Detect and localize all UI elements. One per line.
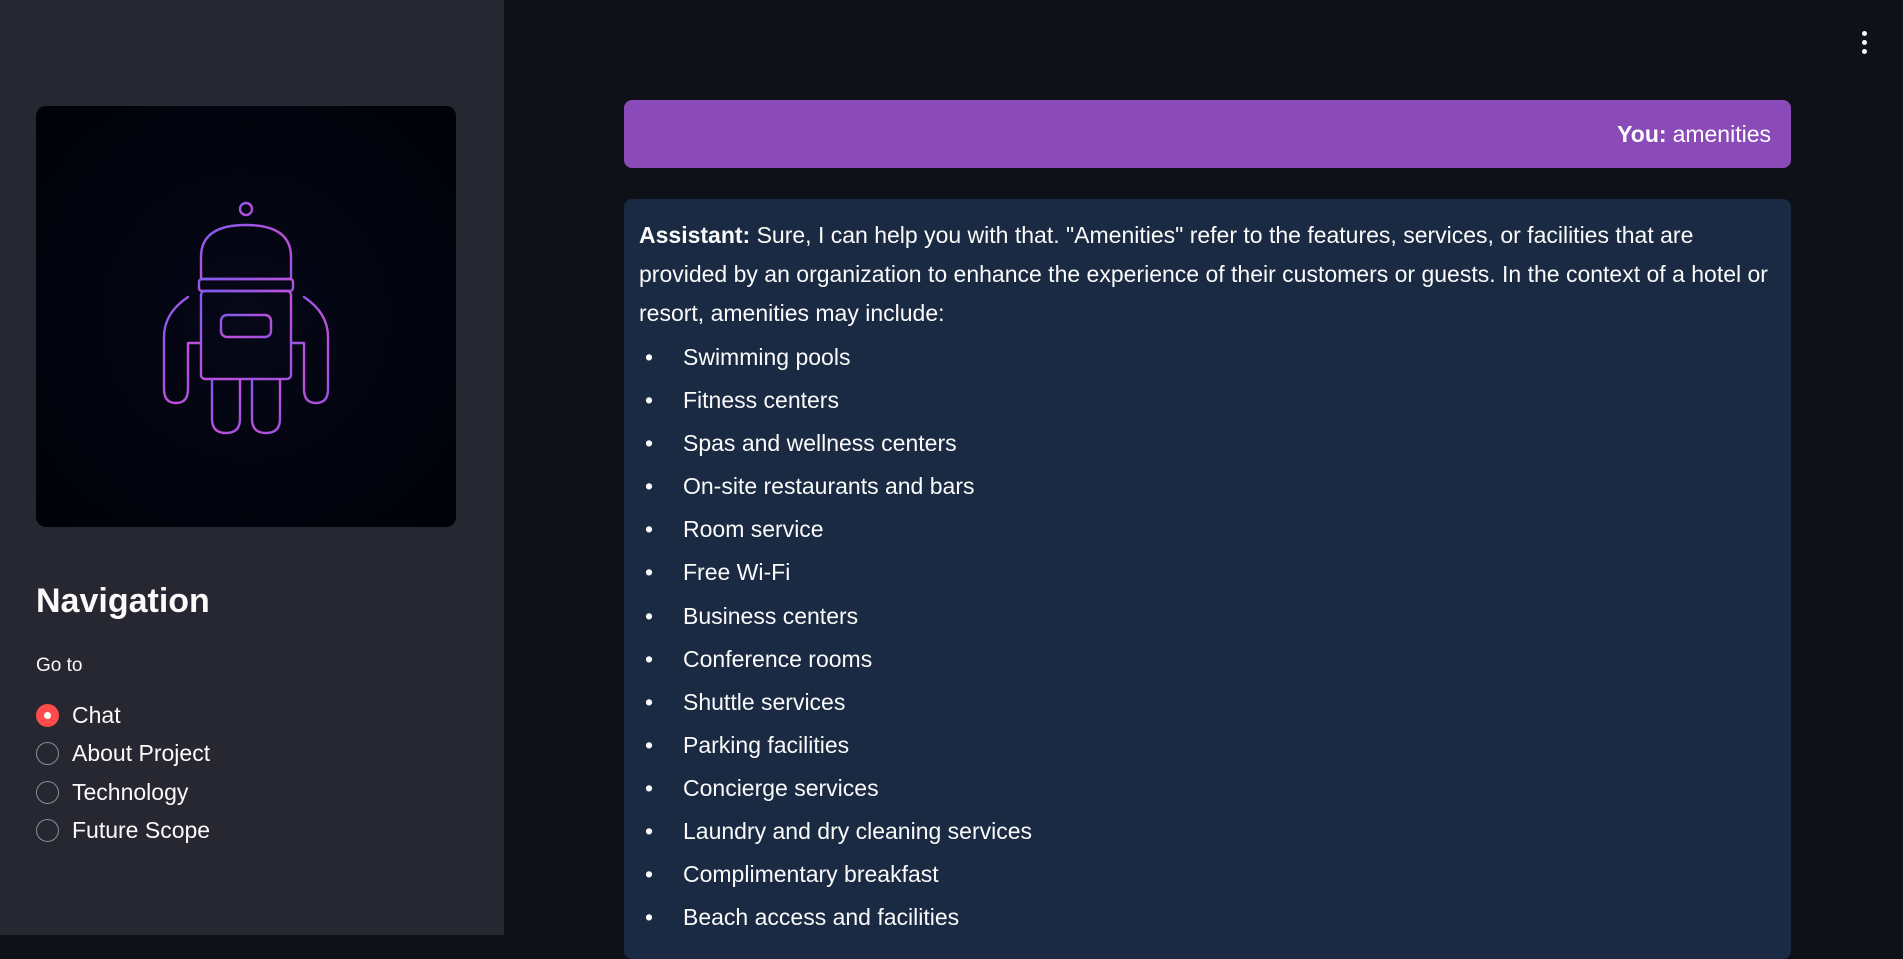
radio-label: Technology	[72, 778, 189, 805]
list-item: Parking facilities	[639, 724, 1775, 767]
robot-logo	[36, 106, 456, 527]
robot-icon	[162, 201, 330, 434]
goto-label: Go to	[36, 655, 83, 676]
radio-label: About Project	[72, 740, 211, 767]
amenities-list: Swimming pools Fitness centers Spas and …	[639, 336, 1775, 939]
ellipsis-dot	[1861, 39, 1867, 45]
radio-unselected-icon[interactable]	[36, 742, 59, 766]
navigation-title: Navigation	[36, 582, 210, 620]
radio-selected-icon[interactable]	[36, 703, 59, 727]
list-item: Shuttle services	[639, 681, 1775, 724]
list-item: Free Wi-Fi	[639, 551, 1775, 594]
list-item: Laundry and dry cleaning services	[639, 810, 1775, 853]
radio-unselected-icon[interactable]	[36, 780, 59, 804]
list-item: Spas and wellness centers	[639, 422, 1775, 465]
vertical-ellipsis-icon	[1861, 30, 1867, 36]
navigation-radio-group: Chat About Project Technology Future Sco…	[36, 696, 210, 850]
list-item: Conference rooms	[639, 638, 1775, 681]
list-item: Room service	[639, 508, 1775, 551]
assistant-intro-text: Sure, I can help you with that. "Ameniti…	[639, 222, 1768, 326]
assistant-speaker-label: Assistant:	[639, 222, 751, 248]
list-item: Swimming pools	[639, 336, 1775, 379]
main-menu-button[interactable]	[1855, 28, 1873, 56]
radio-label: Future Scope	[72, 817, 211, 844]
radio-option-future-scope[interactable]: Future Scope	[36, 812, 210, 851]
assistant-intro: Assistant: Sure, I can help you with tha…	[639, 216, 1775, 333]
list-item: Complimentary breakfast	[639, 853, 1775, 896]
user-message-text: amenities	[1672, 120, 1771, 147]
list-item: Business centers	[639, 595, 1775, 638]
radio-option-technology[interactable]: Technology	[36, 773, 210, 812]
user-message: You: amenities	[624, 100, 1791, 168]
ellipsis-dot	[1861, 48, 1867, 54]
list-item: On-site restaurants and bars	[639, 465, 1775, 508]
assistant-message: Assistant: Sure, I can help you with tha…	[624, 199, 1791, 959]
radio-option-about-project[interactable]: About Project	[36, 735, 210, 774]
radio-option-chat[interactable]: Chat	[36, 696, 210, 735]
list-item: Beach access and facilities	[639, 896, 1775, 939]
user-speaker-label: You:	[1617, 120, 1667, 147]
list-item: Concierge services	[639, 767, 1775, 810]
sidebar: Navigation Go to Chat About Project Tech…	[0, 0, 504, 935]
radio-label: Chat	[72, 701, 121, 728]
list-item: Fitness centers	[639, 379, 1775, 422]
radio-unselected-icon[interactable]	[36, 819, 59, 843]
